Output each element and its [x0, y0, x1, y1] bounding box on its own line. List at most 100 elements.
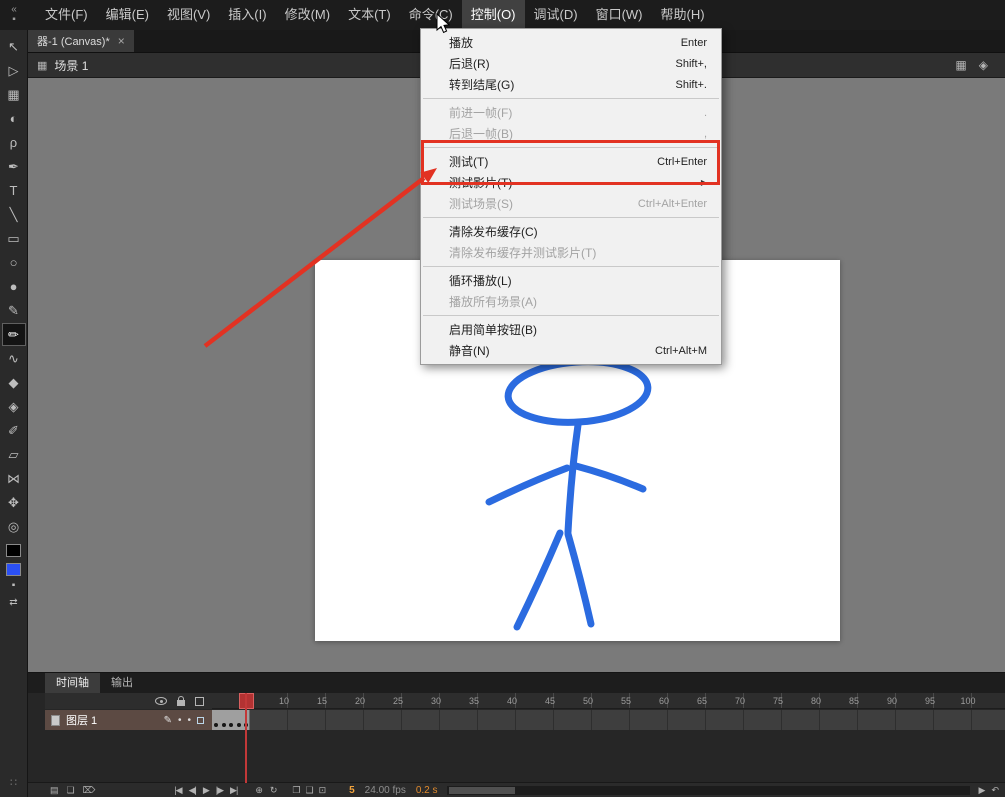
brush-tool-button[interactable]: ✏: [1, 323, 26, 346]
default-colors-button[interactable]: ▪: [2, 577, 26, 593]
layer-outline-color-box[interactable]: [197, 716, 204, 724]
paint-bucket-tool-button[interactable]: ◆: [2, 371, 26, 394]
eraser-tool-button[interactable]: ▱: [2, 443, 26, 466]
bone-tool-button[interactable]: ∿: [2, 347, 26, 370]
timeline-body: 5 10 15 20 25 30 35 40 45 50 55 60 65 70…: [28, 693, 1005, 783]
step-back-button[interactable]: ◀|: [189, 785, 197, 796]
ruler-frame-number: 85: [848, 696, 860, 706]
menu-item-shortcut: Shift+.: [675, 78, 708, 91]
new-folder-button[interactable]: ❏: [67, 785, 75, 796]
go-to-last-frame-button[interactable]: ▶|: [230, 785, 238, 796]
layer-row[interactable]: 图层 1 ✎ • •: [45, 710, 212, 730]
menu-item-label: 测试场景(S): [449, 197, 513, 211]
oval-primitive-tool-button[interactable]: ●: [2, 275, 26, 298]
zoom-tool-button[interactable]: ◎: [2, 515, 26, 538]
keyframe-dot: [237, 723, 241, 727]
edit-multiple-frames-button[interactable]: ⊡: [319, 785, 326, 796]
document-tab[interactable]: 器-1 (Canvas)* ×: [28, 30, 134, 52]
layer-visibility-dot-icon[interactable]: •: [178, 715, 182, 726]
timeline-scrollbar-thumb[interactable]: [448, 786, 515, 794]
menu-item-rewind[interactable]: 后退(R) Shift+,: [421, 53, 721, 74]
ruler-frame-number: 30: [430, 696, 442, 706]
step-forward-button[interactable]: |▶: [216, 785, 224, 796]
playhead-line[interactable]: [245, 693, 247, 783]
lock-column-icon[interactable]: [177, 696, 185, 706]
keyframe-dot: [229, 723, 233, 727]
panel-forward-button[interactable]: ▶: [979, 785, 986, 796]
menu-debug[interactable]: 调试(D): [525, 0, 587, 30]
menu-file[interactable]: 文件(F): [36, 0, 97, 30]
close-tab-icon[interactable]: ×: [118, 34, 125, 48]
menu-item-go-to-end[interactable]: 转到结尾(G) Shift+.: [421, 74, 721, 95]
layer-lock-dot-icon[interactable]: •: [187, 715, 191, 726]
menu-item-shortcut: ,: [703, 127, 707, 140]
menu-modify[interactable]: 修改(M): [276, 0, 340, 30]
menu-item-play[interactable]: 播放 Enter: [421, 32, 721, 53]
corner-dot-icon: ▪: [12, 14, 16, 25]
stroke-color-swatch[interactable]: [6, 544, 21, 557]
menu-item-label: 测试(T): [449, 155, 489, 169]
width-tool-button[interactable]: ⋈: [2, 467, 26, 490]
menu-insert[interactable]: 插入(I): [219, 0, 275, 30]
menu-help[interactable]: 帮助(H): [652, 0, 714, 30]
go-to-first-frame-button[interactable]: |◀: [174, 785, 182, 796]
eyedropper-tool-button[interactable]: ✐: [2, 419, 26, 442]
delete-layer-button[interactable]: ⌦: [83, 785, 96, 796]
layer-name[interactable]: 图层 1: [66, 712, 158, 728]
lasso-tool-button[interactable]: ρ: [2, 131, 26, 154]
panel-back-button[interactable]: ↶: [991, 785, 998, 796]
menu-item-label: 前进一帧(F): [449, 106, 513, 120]
line-tool-button[interactable]: ╲: [2, 203, 26, 226]
onion-skin-outlines-button[interactable]: ❑: [305, 785, 313, 796]
menu-command[interactable]: 命令(C): [400, 0, 462, 30]
play-button[interactable]: ▶: [203, 785, 210, 796]
tab-output[interactable]: 输出: [100, 673, 144, 693]
menu-view[interactable]: 视图(V): [158, 0, 219, 30]
oval-tool-button[interactable]: ○: [2, 251, 26, 274]
menu-item-test-movie[interactable]: 测试影片(T) ▶: [421, 172, 721, 193]
show-hide-column-icon[interactable]: [155, 697, 167, 705]
frames-area[interactable]: [212, 710, 1005, 730]
menu-separator: [423, 217, 719, 218]
menu-item-loop-playback[interactable]: 循环播放(L): [421, 270, 721, 291]
menu-item-label: 测试影片(T): [449, 176, 513, 190]
loop-playback-button[interactable]: ↻: [270, 785, 277, 796]
menu-item-clear-publish-cache[interactable]: 清除发布缓存(C): [421, 221, 721, 242]
menu-item-mute[interactable]: 静音(N) Ctrl+Alt+M: [421, 340, 721, 361]
outline-column-icon[interactable]: [195, 696, 204, 706]
swap-colors-button[interactable]: ⇄: [2, 594, 26, 610]
timeline-scrollbar[interactable]: [446, 785, 970, 795]
panel-collapse-corner[interactable]: « ▪: [0, 0, 28, 30]
hand-tool-button[interactable]: ✥: [2, 491, 26, 514]
menu-edit[interactable]: 编辑(E): [97, 0, 158, 30]
subselection-tool-button[interactable]: ▷: [2, 59, 26, 82]
pencil-tool-button[interactable]: ✎: [2, 299, 26, 322]
center-frame-button[interactable]: ⊕: [255, 785, 262, 796]
edit-symbol-button[interactable]: ◈: [979, 58, 988, 72]
onion-skin-button[interactable]: ❐: [292, 785, 300, 796]
menu-item-shortcut: Enter: [680, 36, 707, 49]
tab-timeline[interactable]: 时间轴: [45, 673, 100, 693]
pen-tool-button[interactable]: ✒: [2, 155, 26, 178]
frame-ruler[interactable]: 5 10 15 20 25 30 35 40 45 50 55 60 65 70…: [212, 693, 1005, 709]
text-tool-button[interactable]: T: [2, 179, 26, 202]
menu-item-enable-simple-buttons[interactable]: 启用简单按钮(B): [421, 319, 721, 340]
ink-bottle-tool-button[interactable]: ◈: [2, 395, 26, 418]
selection-tool-button[interactable]: ↖: [2, 35, 26, 58]
rectangle-tool-button[interactable]: ▭: [2, 227, 26, 250]
menu-item-label: 转到结尾(G): [449, 78, 515, 92]
scene-label[interactable]: 场景 1: [54, 57, 88, 74]
submenu-arrow-icon: ▶: [700, 178, 707, 187]
frame-rate-indicator[interactable]: 24.00 fps: [365, 785, 406, 796]
fill-color-swatch[interactable]: [6, 563, 21, 576]
document-tab-title: 器-1 (Canvas)*: [37, 36, 110, 48]
menu-control[interactable]: 控制(O): [461, 0, 525, 30]
3d-rotation-tool-button[interactable]: ◐: [2, 107, 26, 130]
menu-window[interactable]: 窗口(W): [587, 0, 652, 30]
menu-text[interactable]: 文本(T): [339, 0, 400, 30]
edit-scene-button[interactable]: ▦: [955, 58, 966, 72]
free-transform-tool-button[interactable]: ▦: [2, 83, 26, 106]
new-layer-button[interactable]: ▤: [50, 785, 58, 796]
menu-item-label: 启用简单按钮(B): [449, 323, 537, 337]
menu-item-test[interactable]: 测试(T) Ctrl+Enter: [421, 151, 721, 172]
